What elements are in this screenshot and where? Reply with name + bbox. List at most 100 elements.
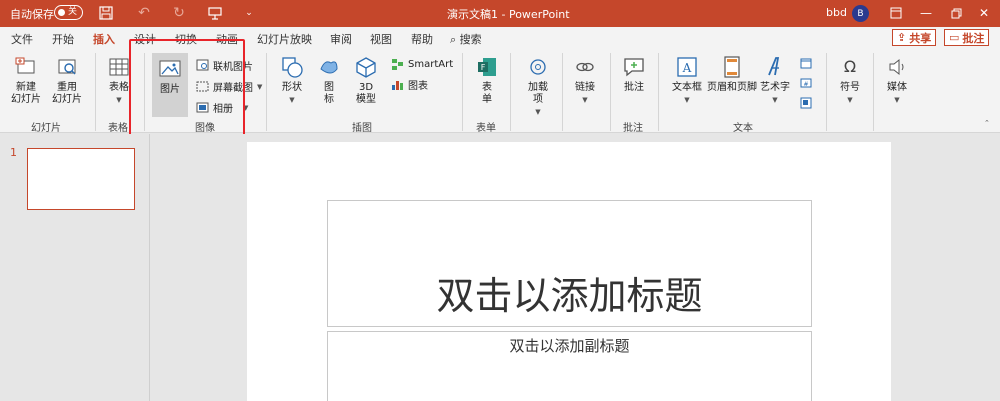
wordart-icon — [763, 55, 787, 79]
smartart-button[interactable]: SmartArt — [390, 57, 453, 71]
textbox-button[interactable]: A 文本框 ▼ — [670, 55, 704, 106]
cube-icon — [354, 55, 378, 79]
close-icon[interactable]: ✕ — [974, 3, 994, 23]
user-name[interactable]: bbd — [826, 6, 847, 19]
comment-button[interactable]: 批注 — [620, 55, 648, 94]
new-slide-button[interactable]: 新建 幻灯片 — [8, 55, 44, 106]
table-label: 表格 — [109, 82, 129, 93]
chart-icon — [390, 78, 404, 92]
autosave-toggle[interactable]: 关 — [54, 5, 83, 20]
3d-models-label: 3D 模型 — [356, 82, 376, 105]
comment-icon — [622, 55, 646, 79]
tab-home[interactable]: 开始 — [52, 31, 74, 47]
tab-review[interactable]: 审阅 — [330, 31, 352, 47]
autosave-state: 关 — [68, 7, 78, 17]
reuse-slide-icon — [55, 55, 79, 79]
chevron-down-icon: ▼ — [847, 96, 853, 104]
object-button[interactable] — [799, 96, 813, 110]
share-icon: ⇪ — [897, 31, 907, 44]
minimize-icon[interactable]: — — [916, 3, 936, 23]
header-footer-label: 页眉和页脚 — [707, 82, 757, 93]
table-icon — [107, 55, 131, 79]
slide-number-button[interactable]: # — [799, 76, 813, 90]
reuse-slide-button[interactable]: 重用 幻灯片 — [50, 55, 84, 106]
forms-button[interactable]: F 表 单 — [474, 55, 500, 106]
link-label: 链接 — [575, 82, 595, 93]
title-placeholder-text: 双击以添加标题 — [436, 274, 703, 318]
addins-button[interactable]: 加载 项 ▼ — [522, 55, 554, 118]
ribbon-insert: 新建 幻灯片 重用 幻灯片 幻灯片 表格 ▼ 表格 图片 联机图片 屏幕截图 ▼… — [0, 49, 1000, 134]
shapes-button[interactable]: 形状 ▼ — [278, 55, 306, 106]
chart-label: 图表 — [408, 81, 428, 92]
header-footer-button[interactable]: 页眉和页脚 — [706, 55, 758, 94]
tab-insert[interactable]: 插入 — [93, 31, 115, 51]
slide-number-icon: # — [799, 76, 813, 90]
wordart-button[interactable]: 艺术字 ▼ — [759, 55, 791, 106]
tab-help[interactable]: 帮助 — [411, 31, 433, 47]
redo-icon[interactable]: ↻ — [170, 4, 188, 22]
photo-album-button[interactable]: 相册 ▼ — [195, 100, 248, 115]
screenshot-button[interactable]: 屏幕截图 ▼ — [195, 79, 262, 94]
tab-file[interactable]: 文件 — [11, 31, 33, 47]
restore-icon[interactable] — [946, 3, 966, 23]
shapes-icon — [280, 55, 304, 79]
new-slide-label: 新建 幻灯片 — [11, 82, 41, 105]
slide-thumbnail[interactable] — [27, 148, 135, 210]
comment-label: 批注 — [624, 82, 644, 93]
group-separator — [266, 53, 267, 131]
share-button[interactable]: ⇪ 共享 — [892, 29, 937, 46]
smartart-icon — [390, 57, 404, 71]
smartart-label: SmartArt — [408, 58, 454, 70]
group-separator — [610, 53, 611, 131]
subtitle-placeholder[interactable]: 双击以添加副标题 — [327, 331, 812, 401]
group-separator — [562, 53, 563, 131]
chevron-down-icon: ▼ — [257, 82, 263, 91]
media-button[interactable]: 媒体 ▼ — [882, 55, 912, 106]
ribbon-display-icon[interactable] — [886, 3, 906, 23]
text-group-label: 文本 — [733, 123, 753, 134]
omega-icon: Ω — [843, 57, 857, 76]
customize-icon[interactable]: ⌄ — [240, 4, 258, 22]
group-separator — [95, 53, 96, 131]
header-footer-icon — [720, 55, 744, 79]
forms-label: 表 单 — [482, 82, 492, 105]
comments-button[interactable]: ▭ 批注 — [944, 29, 990, 46]
online-picture-icon — [195, 59, 209, 73]
title-placeholder[interactable]: 双击以添加标题 — [327, 200, 812, 327]
reuse-slide-label: 重用 幻灯片 — [52, 82, 82, 105]
comments-label: 批注 — [962, 31, 985, 45]
picture-button[interactable]: 图片 — [152, 53, 188, 117]
toggle-knob — [58, 9, 65, 16]
undo-icon[interactable]: ↶ — [135, 4, 153, 22]
svg-text:F: F — [481, 63, 486, 72]
save-icon[interactable] — [97, 4, 115, 22]
tab-view[interactable]: 视图 — [370, 31, 392, 47]
chart-button[interactable]: 图表 — [390, 77, 428, 92]
collapse-ribbon-icon[interactable]: ⌃ — [984, 119, 990, 127]
search-label: 搜索 — [459, 33, 482, 46]
tab-animations[interactable]: 动画 — [216, 31, 238, 47]
online-picture-label: 联机图片 — [213, 62, 253, 73]
tab-transitions[interactable]: 切换 — [175, 31, 197, 47]
date-time-button[interactable] — [799, 56, 813, 70]
3d-models-button[interactable]: 3D 模型 — [353, 55, 379, 106]
slide[interactable]: 双击以添加标题 双击以添加副标题 — [247, 142, 891, 401]
symbols-button[interactable]: Ω 符号 ▼ — [836, 55, 864, 106]
textbox-label: 文本框 — [672, 82, 702, 93]
addins-icon — [526, 55, 550, 79]
icons-button[interactable]: 图 标 — [316, 55, 342, 106]
table-button[interactable]: 表格 ▼ — [104, 55, 134, 106]
svg-text:#: # — [803, 81, 808, 88]
media-label: 媒体 — [887, 82, 907, 93]
chevron-down-icon: ▼ — [535, 108, 541, 116]
tab-slideshow[interactable]: 幻灯片放映 — [257, 31, 312, 47]
avatar[interactable]: B — [852, 5, 869, 22]
share-label: 共享 — [909, 31, 932, 45]
link-button[interactable]: 链接 ▼ — [570, 55, 600, 106]
present-icon[interactable] — [206, 4, 224, 22]
chevron-down-icon: ▼ — [582, 96, 588, 104]
tab-design[interactable]: 设计 — [134, 31, 156, 47]
search-box[interactable]: ⌕ 搜索 — [450, 31, 482, 47]
picture-icon — [158, 57, 182, 81]
online-picture-button[interactable]: 联机图片 — [195, 58, 253, 73]
